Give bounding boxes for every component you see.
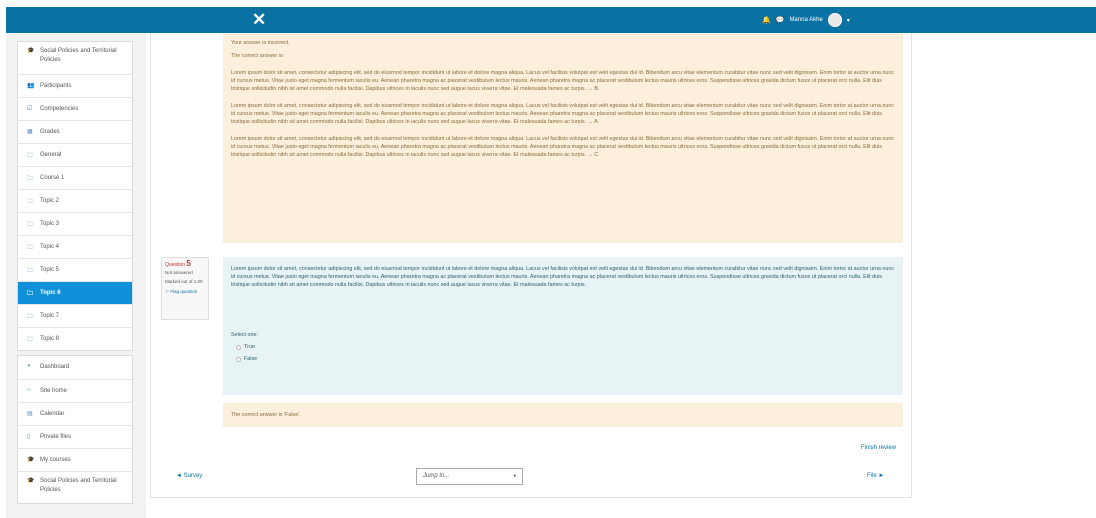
sidebar-item-social-policies-and-territorial-policies[interactable]: 🎓 Social Policies and Territorial Policie… [18,42,132,74]
chat-icon[interactable]: 💬 [776,16,785,24]
sidebar-item-topic-6[interactable]: 🗀 Topic 6 [18,281,132,304]
option-false[interactable]: False [231,355,895,363]
site-nav-block: ◕ Dashboard ⌂ Site home ▤ Calendar ▯ Private fi… [17,355,133,504]
sidebar-item-private-files[interactable]: ▯ Private files [18,425,132,448]
sidebar-item-label: Private files [40,434,72,440]
sidebar-item-general[interactable]: 🗀 General [18,143,132,166]
course-nav-block: 🎓 Social Policies and Territorial Policie… [17,41,133,351]
sidebar-item-dashboard[interactable]: ◕ Dashboard [18,356,132,379]
sidebar-item-label: Grades [40,129,60,135]
sidebar-item-label: Topic 7 [40,313,60,319]
question-marks: Marked out of 1.00 [165,279,203,284]
sidebar-item-label: Participants [40,83,72,89]
sidebar-item-topic-7[interactable]: 🗀 Topic 7 [18,304,132,327]
sidebar-item-label: Topic 5 [40,267,60,273]
sidebar-item-label: Topic 3 [40,221,60,227]
flag-icon: ⚐ [165,289,170,294]
sidebar-item-label: Topic 6 [40,290,61,296]
sidebar-item-topic-5[interactable]: 🗀 Topic 5 [18,258,132,281]
select-one-label: Select one: [231,332,258,338]
folder-icon: 🗀 [27,314,34,320]
correct-answer-text: The correct answer is 'False'. [231,412,301,418]
flag-question-link[interactable]: ⚐ Flag question [165,289,205,295]
sidebar-item-label: Calendar [40,411,65,417]
sidebar-item-site-home[interactable]: ⌂ Site home [18,379,132,402]
sidebar-item-label: Dashboard [40,364,70,370]
radio-button[interactable] [236,356,241,362]
finish-review-link[interactable]: Finish review [861,445,896,451]
feedback-paragraph: Lorem ipsum dolor sit amet, consectetur … [231,136,895,158]
question-text: Lorem ipsum dolor sit amet, consectetur … [231,266,895,288]
chevron-down-icon[interactable]: ▾ [847,17,850,24]
question-form: Lorem ipsum dolor sit amet, consectetur … [223,257,903,395]
checklist-icon: ☑ [27,106,33,112]
folder-icon: 🗀 [27,245,34,251]
correct-answer-label: The correct answer is: [231,53,285,59]
folder-icon: 🗀 [27,337,34,343]
radio-button[interactable] [236,344,241,350]
folder-icon: 🗀 [27,222,34,228]
graduation-cap-icon: 🎓 [27,478,35,484]
graduation-cap-icon: 🎓 [27,457,35,463]
option-true[interactable]: True [231,343,895,351]
folder-icon: 🗀 [27,153,34,159]
sidebar-item-topic-2[interactable]: 🗀 Topic 2 [18,189,132,212]
users-icon: 👥 [27,83,35,89]
incorrect-message: Your answer is incorrect. [231,40,290,46]
folder-icon: 🗀 [27,268,34,274]
correct-answer-box: The correct answer is 'False'. [223,403,903,427]
main-region: Your answer is incorrect. The correct an… [150,33,912,498]
sidebar-item-label: Competencies [40,106,79,112]
sidebar-item-label: Course 1 [40,175,65,181]
folder-icon: 🗀 [27,176,34,182]
prev-activity-link[interactable]: ◄ Survey [176,473,202,479]
sidebar-item-topic-8[interactable]: 🗀 Topic 8 [18,327,132,350]
question-number: Question 5 [165,259,191,269]
user-menu-area: 🔔 💬 Manna Akhe ▾ [762,12,850,28]
dashboard-icon: ◕ [27,363,31,369]
sidebar-item-label: My courses [40,457,71,463]
top-navbar: ✕ 🔔 💬 Manna Akhe ▾ [6,7,1096,33]
jump-to-select[interactable]: Jump to... ♦ [416,468,523,485]
calendar-icon: ▤ [27,411,33,417]
sidebar-item-topic-3[interactable]: 🗀 Topic 3 [18,212,132,235]
graduation-cap-icon: 🎓 [27,48,35,54]
chevron-down-icon: ♦ [513,473,516,479]
bell-icon[interactable]: 🔔 [762,16,771,24]
feedback-paragraph: Lorem ipsum dolor sit amet, consectetur … [231,70,895,92]
user-name[interactable]: Manna Akhe [789,17,822,23]
avatar[interactable] [827,13,842,27]
question-info: Question 5 Not answered Marked out of 1.… [161,257,209,320]
sidebar-item-calendar[interactable]: ▤ Calendar [18,402,132,425]
sidebar-item-participants[interactable]: 👥 Participants [18,74,132,97]
sidebar-item-label: Social Policies and Territorial Policies [40,478,117,493]
sidebar-item-label: General [40,152,62,158]
sidebar-nav: 🎓 Social Policies and Territorial Policie… [17,41,133,508]
next-activity-link[interactable]: File ► [867,473,884,479]
feedback-box: Your answer is incorrect. The correct an… [223,33,903,243]
jump-to-label: Jump to... [423,473,450,479]
sidebar-item-topic-4[interactable]: 🗀 Topic 4 [18,235,132,258]
sidebar-item-social-policies-and-territorial-policies[interactable]: 🎓 Social Policies and Territorial Policie… [18,471,132,503]
folder-icon: 🗀 [27,291,34,297]
question-status: Not answered [165,270,193,275]
folder-icon: 🗀 [27,199,34,205]
sidebar-item-label: Topic 2 [40,198,60,204]
sidebar-item-label: Social Policies and Territorial Policies [40,48,117,63]
home-icon: ⌂ [27,387,31,393]
sidebar-item-label: Topic 8 [40,336,60,342]
sidebar-item-competencies[interactable]: ☑ Competencies [18,97,132,120]
feedback-paragraph: Lorem ipsum dolor sit amet, consectetur … [231,103,895,125]
sidebar-item-course-1[interactable]: 🗀 Course 1 [18,166,132,189]
file-icon: ▯ [27,434,31,440]
sidebar-item-label: Topic 4 [40,244,60,250]
sidebar-item-label: Site home [40,388,68,394]
sidebar-item-grades[interactable]: ▦ Grades [18,120,132,143]
grid-icon: ▦ [27,129,33,135]
close-icon[interactable]: ✕ [252,10,266,30]
sidebar-item-my-courses[interactable]: 🎓 My courses [18,448,132,471]
